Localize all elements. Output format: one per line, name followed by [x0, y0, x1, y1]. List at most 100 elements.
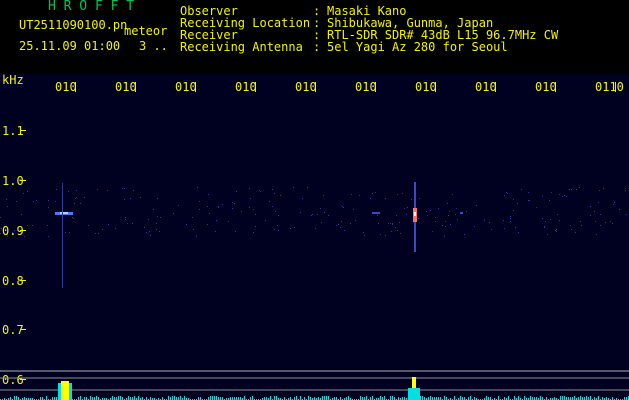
noise-pixel	[338, 224, 339, 225]
noise-pixel	[115, 228, 116, 229]
noise-pixel	[207, 206, 208, 207]
noise-pixel	[407, 207, 408, 208]
level-bar	[574, 396, 575, 400]
level-bar	[384, 396, 385, 400]
noise-pixel	[432, 231, 433, 232]
noise-pixel	[529, 200, 530, 201]
noise-pixel	[33, 201, 34, 202]
noise-pixel	[290, 228, 291, 229]
noise-pixel	[391, 231, 392, 232]
noise-pixel	[510, 221, 511, 222]
noise-pixel	[157, 216, 158, 217]
noise-pixel	[300, 212, 301, 213]
noise-pixel	[241, 211, 242, 212]
noise-pixel	[521, 189, 522, 190]
noise-pixel	[140, 197, 141, 198]
noise-pixel	[0, 233, 1, 234]
noise-pixel	[594, 211, 595, 212]
noise-pixel	[353, 209, 354, 210]
level-bar	[454, 396, 455, 400]
noise-pixel	[108, 224, 109, 225]
level-bar	[508, 396, 509, 400]
noise-pixel	[542, 218, 543, 219]
level-peak-1-core	[61, 381, 69, 400]
noise-pixel	[272, 206, 273, 207]
noise-pixel	[74, 203, 75, 204]
noise-pixel	[278, 230, 279, 231]
level-bar	[120, 396, 121, 400]
level-bar	[530, 396, 531, 400]
noise-pixel	[344, 230, 345, 231]
level-bar	[470, 396, 471, 400]
level-bar	[360, 396, 361, 400]
noise-pixel	[438, 208, 439, 209]
noise-pixel	[132, 223, 133, 224]
level-bar	[134, 396, 135, 400]
noise-pixel	[16, 201, 17, 202]
noise-pixel	[315, 228, 316, 229]
noise-pixel	[232, 208, 233, 209]
noise-pixel	[375, 192, 376, 193]
noise-pixel	[48, 236, 49, 237]
time-tick-label: 010	[475, 80, 497, 94]
noise-pixel	[571, 189, 572, 190]
noise-pixel	[76, 197, 77, 198]
level-bar	[524, 396, 525, 400]
noise-pixel	[228, 221, 229, 222]
noise-pixel	[564, 195, 565, 196]
noise-pixel	[536, 207, 537, 208]
noise-pixel	[156, 223, 157, 224]
noise-pixel	[343, 207, 344, 208]
noise-pixel	[153, 209, 154, 210]
level-bar	[46, 396, 47, 400]
tick-mark	[315, 82, 316, 92]
noise-pixel	[595, 221, 596, 222]
level-bar	[422, 396, 423, 400]
noise-pixel	[385, 235, 386, 236]
level-bar	[562, 396, 563, 400]
noise-pixel	[625, 190, 626, 191]
noise-pixel	[515, 227, 516, 228]
noise-pixel	[598, 202, 599, 203]
level-bar	[444, 396, 445, 400]
noise-pixel	[406, 214, 407, 215]
noise-pixel	[293, 187, 294, 188]
noise-pixel	[556, 231, 557, 232]
noise-pixel	[48, 207, 49, 208]
noise-pixel	[351, 194, 352, 195]
noise-pixel	[528, 192, 529, 193]
tick-mark	[435, 82, 436, 92]
noise-pixel	[590, 206, 591, 207]
noise-pixel	[97, 189, 98, 190]
noise-pixel	[418, 218, 419, 219]
noise-pixel	[504, 228, 505, 229]
level-bar	[486, 396, 487, 400]
y-tick-mark	[20, 329, 26, 330]
noise-pixel	[265, 220, 266, 221]
noise-pixel	[399, 222, 400, 223]
noise-pixel	[426, 211, 427, 212]
noise-pixel	[547, 234, 548, 235]
level-bar	[348, 396, 349, 400]
noise-pixel	[95, 233, 96, 234]
level-bar	[380, 396, 381, 400]
noise-pixel	[510, 218, 511, 219]
noise-pixel	[449, 211, 450, 212]
noise-pixel	[513, 210, 514, 211]
tick-mark	[135, 82, 136, 92]
noise-pixel	[32, 225, 33, 226]
noise-pixel	[559, 220, 560, 221]
level-bar	[308, 396, 309, 400]
echo-2-peak	[414, 212, 416, 216]
noise-pixel	[575, 232, 576, 233]
level-bar	[324, 396, 325, 400]
level-bar	[252, 396, 253, 400]
noise-pixel	[600, 225, 601, 226]
noise-pixel	[253, 209, 254, 210]
noise-pixel	[528, 200, 529, 201]
noise-pixel	[341, 221, 342, 222]
noise-pixel	[302, 198, 303, 199]
level-bar	[514, 396, 515, 400]
noise-pixel	[464, 234, 465, 235]
noise-pixel	[419, 198, 420, 199]
